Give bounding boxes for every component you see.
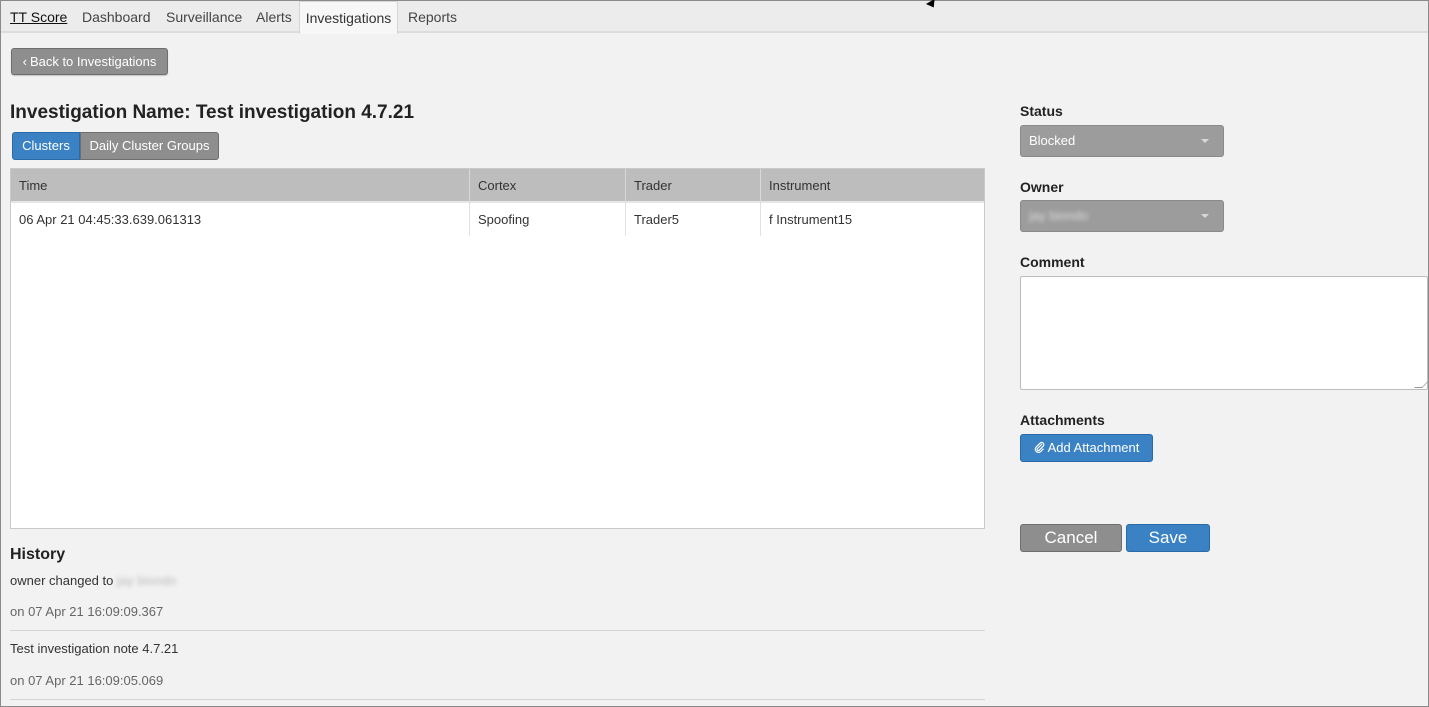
cell-trader: Trader5 (625, 203, 760, 236)
owner-label: Owner (1020, 179, 1064, 195)
cancel-button[interactable]: Cancel (1020, 524, 1122, 552)
page-title: Investigation Name: Test investigation 4… (10, 102, 415, 123)
nav-item-reports[interactable]: Reports (408, 1, 457, 33)
top-nav: TT Score Dashboard Surveillance Alerts I… (1, 1, 1428, 34)
paperclip-icon (1034, 440, 1048, 455)
nav-brand[interactable]: TT Score (10, 1, 67, 33)
clusters-table: Time Cortex Trader Instrument 06 Apr 21 … (10, 168, 985, 529)
comment-label: Comment (1020, 254, 1085, 270)
history-title: History (10, 546, 66, 563)
nav-item-surveillance[interactable]: Surveillance (166, 1, 242, 33)
add-attachment-button[interactable]: Add Attachment (1020, 434, 1153, 462)
history-entry-prefix: owner changed to (10, 573, 114, 588)
resize-handle-icon[interactable] (1414, 380, 1429, 388)
tab-daily-cluster-groups[interactable]: Daily Cluster Groups (80, 132, 219, 160)
back-to-investigations-button[interactable]: ‹ Back to Investigations (11, 48, 168, 75)
history-entry-timestamp: on 07 Apr 21 16:09:05.069 (10, 673, 164, 688)
owner-value: jay biondo (1029, 208, 1089, 223)
cell-instrument: f Instrument15 (760, 203, 984, 236)
column-header-cortex[interactable]: Cortex (469, 169, 625, 203)
column-header-time[interactable]: Time (11, 169, 469, 203)
comment-textarea[interactable] (1020, 276, 1429, 390)
redacted-owner-name: jay biondo (116, 573, 177, 588)
table-header: Time Cortex Trader Instrument (11, 169, 984, 203)
back-button-label: Back to Investigations (29, 54, 157, 69)
history-entry-timestamp: on 07 Apr 21 16:09:09.367 (10, 604, 164, 619)
history-divider (10, 699, 985, 700)
nav-item-investigations[interactable]: Investigations (299, 1, 398, 34)
caret-down-icon (1201, 139, 1209, 143)
chevron-left-icon: ‹ (22, 54, 27, 69)
status-label: Status (1020, 103, 1063, 119)
status-select[interactable]: Blocked (1020, 125, 1224, 157)
column-header-trader[interactable]: Trader (625, 169, 760, 203)
cell-time: 06 Apr 21 04:45:33.639.061313 (19, 212, 202, 227)
column-header-instrument[interactable]: Instrument (760, 169, 984, 203)
caret-down-icon (1201, 214, 1209, 218)
table-row[interactable]: 06 Apr 21 04:45:33.639.061313 Spoofing T… (11, 203, 984, 236)
add-attachment-label: Add Attachment (1047, 440, 1140, 455)
history-divider (10, 630, 985, 631)
history-entry-text: owner changed to jay biondo (10, 573, 176, 588)
cell-cortex: Spoofing (469, 203, 625, 236)
tab-clusters[interactable]: Clusters (12, 132, 80, 160)
history-entry-text: Test investigation note 4.7.21 (10, 641, 179, 656)
save-button[interactable]: Save (1126, 524, 1210, 552)
owner-select[interactable]: jay biondo (1020, 200, 1224, 232)
nav-item-alerts[interactable]: Alerts (256, 1, 292, 33)
attachments-label: Attachments (1020, 412, 1105, 428)
status-value: Blocked (1029, 133, 1076, 148)
nav-item-dashboard[interactable]: Dashboard (82, 1, 151, 33)
